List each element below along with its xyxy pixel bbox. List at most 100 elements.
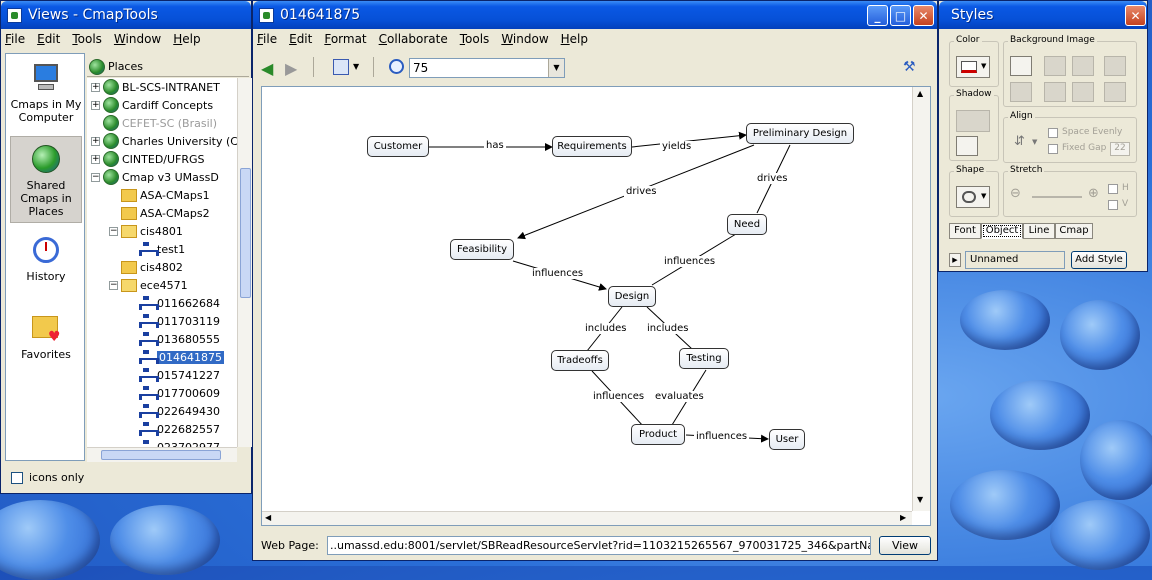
maximize-button[interactable]: □ [890,5,911,26]
link-influences-product[interactable]: influences [591,391,647,402]
tree-item[interactable]: 023702977 [127,438,220,447]
style-list-expand-icon[interactable]: ▶ [949,253,961,267]
view-button[interactable]: View [879,536,931,555]
expand-plus-icon[interactable]: + [91,100,100,110]
tree-item[interactable]: 011662684 [127,294,220,312]
bg-image-add-icon[interactable] [1010,56,1032,76]
concept-user[interactable]: User [769,429,805,450]
tree-item[interactable]: − ece4571 [109,276,188,294]
link-evaluates[interactable]: evaluates [653,391,706,402]
canvas-horizontal-scrollbar[interactable]: ◀ ▶ [262,511,912,525]
nav-shared-cmaps-in-places[interactable]: Shared Cmaps in Places [10,136,82,223]
tree-horizontal-scrollbar[interactable] [87,447,237,462]
web-page-url-field[interactable]: ..umassd.edu:8001/servlet/SBReadResource… [327,536,871,555]
menu-file[interactable]: File [5,32,25,46]
link-includes-tradeoffs[interactable]: includes [583,323,629,334]
cmap-canvas[interactable]: Customer Requirements Preliminary Design… [261,86,931,526]
link-includes-testing[interactable]: includes [645,323,691,334]
nav-cmaps-in-my-computer[interactable]: Cmaps in My Computer [10,62,82,124]
concept-customer[interactable]: Customer [367,136,429,157]
tree-item[interactable]: + CINTED/UFRGS [91,150,205,168]
menu-window[interactable]: Window [114,32,161,46]
menu-file[interactable]: File [257,32,277,46]
layout-menu-icon[interactable] [333,59,349,75]
icons-only-checkbox[interactable] [11,471,23,484]
shadow-toggle-icon[interactable] [956,136,978,156]
menu-edit[interactable]: Edit [289,32,312,46]
concept-tradeoffs[interactable]: Tradeoffs [551,350,609,371]
tree-item[interactable]: + Cardiff Concepts [91,96,213,114]
tree-item[interactable]: 011703119 [127,312,220,330]
collapse-minus-icon[interactable]: − [109,280,118,290]
link-has[interactable]: has [484,140,506,151]
menu-format[interactable]: Format [324,32,366,46]
link-drives-need[interactable]: drives [755,173,790,184]
expand-plus-icon[interactable]: + [91,154,100,164]
forward-arrow-icon[interactable]: ▶ [285,59,297,78]
tree-item[interactable]: CEFET-SC (Brasil) [91,114,217,132]
tree-item[interactable]: 022682557 [127,420,220,438]
collaboration-icon[interactable]: ⚒ [903,59,916,75]
nav-history[interactable]: History [10,234,82,283]
expand-plus-icon[interactable]: + [91,136,100,146]
menu-help[interactable]: Help [561,32,588,46]
bg-image-none-icon[interactable] [1010,82,1032,102]
tree-item[interactable]: test1 [127,240,185,258]
tree-item[interactable]: + BL-SCS-INTRANET [91,78,220,96]
views-titlebar[interactable]: Views - CmapTools [1,1,251,29]
link-yields[interactable]: yields [660,141,694,152]
tree-item[interactable]: 022649430 [127,402,220,420]
tab-cmap[interactable]: Cmap [1055,223,1093,239]
add-style-button[interactable]: Add Style [1071,251,1127,269]
concept-requirements[interactable]: Requirements [552,136,632,157]
shadow-style-button[interactable] [956,110,990,132]
zoom-dropdown-arrow-icon[interactable]: ▼ [548,59,564,77]
menu-collaborate[interactable]: Collaborate [379,32,448,46]
collapse-minus-icon[interactable]: − [91,172,100,182]
tree-item[interactable]: − Cmap v3 UMassD [91,168,219,186]
menu-tools[interactable]: Tools [72,32,102,46]
concept-feasibility[interactable]: Feasibility [450,239,514,260]
tree-item[interactable]: 013680555 [127,330,220,348]
collapse-minus-icon[interactable]: − [109,226,118,236]
link-drives-feasibility[interactable]: drives [624,186,659,197]
style-name-field[interactable]: Unnamed [965,251,1065,269]
tree-item[interactable]: ASA-CMaps1 [109,186,210,204]
menu-tools[interactable]: Tools [460,32,490,46]
color-picker-button[interactable]: ▼ [956,56,990,78]
tree-item[interactable]: cis4802 [109,258,183,276]
styles-close-button[interactable]: ✕ [1125,5,1146,26]
link-influences-user[interactable]: influences [694,431,750,442]
tab-font[interactable]: Font [949,223,981,239]
concept-testing[interactable]: Testing [679,348,729,369]
tree-hscroll-thumb[interactable] [101,450,221,460]
concept-design[interactable]: Design [608,286,656,307]
tab-line[interactable]: Line [1023,223,1055,239]
expand-plus-icon[interactable]: + [91,82,100,92]
tree-item[interactable]: − cis4801 [109,222,183,240]
close-button[interactable]: ✕ [913,5,934,26]
tree-scroll-thumb[interactable] [240,168,251,298]
tree-item[interactable]: 017700609 [127,384,220,402]
nav-favorites[interactable]: ♥ Favorites [10,312,82,361]
link-influences-design[interactable]: influences [530,268,586,279]
zoom-combobox[interactable]: 75 ▼ [409,58,565,78]
concept-need[interactable]: Need [727,214,767,235]
minimize-button[interactable]: _ [867,5,888,26]
styles-titlebar[interactable]: Styles ✕ [939,1,1147,29]
tree-item[interactable]: 015741227 [127,366,220,384]
tree-item[interactable]: 014641875 [127,348,224,366]
menu-window[interactable]: Window [501,32,548,46]
canvas-vertical-scrollbar[interactable]: ▲ ▼ [912,87,930,511]
icons-only-toggle[interactable]: icons only [11,471,84,484]
menu-edit[interactable]: Edit [37,32,60,46]
link-influences-need[interactable]: influences [662,256,718,267]
tree-vertical-scrollbar[interactable] [237,78,252,447]
tree-item[interactable]: + Charles University (Czech [91,132,252,150]
places-tree[interactable]: + BL-SCS-INTRANET + Cardiff Concepts CEFET-S… [87,78,252,447]
concept-product[interactable]: Product [631,424,685,445]
concept-preliminary-design[interactable]: Preliminary Design [746,123,854,144]
shape-picker-button[interactable]: ▼ [956,186,990,208]
cmap-titlebar[interactable]: 014641875 _ □ ✕ [253,1,937,29]
layout-dropdown-icon[interactable]: ▼ [353,62,359,71]
